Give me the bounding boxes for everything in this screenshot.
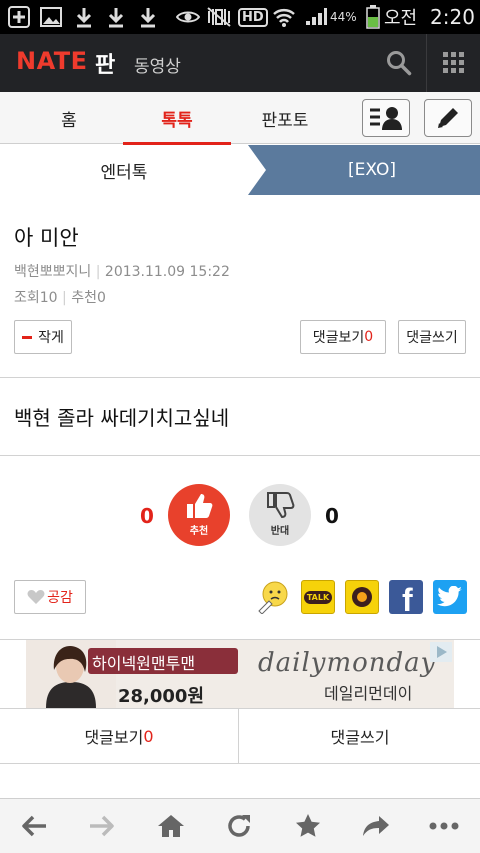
post-author[interactable]: 백현뽀뽀지니 bbox=[14, 264, 91, 280]
pan-logo[interactable]: 판 bbox=[95, 47, 115, 79]
bookmark-button[interactable] bbox=[288, 809, 328, 843]
thumbs-down-icon bbox=[267, 492, 295, 519]
menu-button[interactable] bbox=[426, 34, 480, 92]
recommend-count: 0 bbox=[96, 290, 106, 306]
minus-icon bbox=[22, 335, 33, 339]
oppose-button[interactable]: 반대 bbox=[249, 484, 311, 546]
recommend-vote-count: 0 bbox=[140, 504, 154, 528]
browser-nav-bar bbox=[0, 798, 480, 853]
twitter-share-icon[interactable] bbox=[433, 580, 467, 614]
recommend-button[interactable]: 추천 bbox=[168, 484, 230, 546]
comment-tabs: 댓글보기 0 댓글쓰기 bbox=[0, 708, 480, 764]
ad-banner[interactable]: 하이넥원맨투맨 28,000원 dailymonday 데일리먼데이 bbox=[26, 640, 454, 708]
divider bbox=[0, 455, 480, 456]
eye-icon bbox=[176, 5, 200, 29]
arrow-left-icon bbox=[22, 815, 46, 837]
divider bbox=[0, 377, 480, 378]
post-title: 아 미안 bbox=[14, 226, 79, 250]
ad-product-text: 하이넥원맨투맨 bbox=[92, 654, 196, 673]
video-link[interactable]: 동영상 bbox=[134, 52, 181, 77]
forward-button[interactable] bbox=[82, 809, 122, 843]
ad-brand: dailymonday bbox=[258, 648, 437, 678]
gallery-notification-icon bbox=[40, 5, 62, 29]
search-icon bbox=[387, 51, 412, 76]
write-post-button[interactable] bbox=[424, 99, 472, 137]
hd-icon: HD bbox=[238, 5, 268, 29]
app-header: NATE 판 동영상 bbox=[0, 34, 480, 92]
search-button[interactable] bbox=[372, 34, 424, 92]
home-button[interactable] bbox=[151, 809, 191, 843]
battery-icon bbox=[366, 5, 380, 29]
post-date: 2013.11.09 15:22 bbox=[104, 264, 230, 280]
pencil-icon bbox=[438, 108, 458, 128]
wifi-icon bbox=[272, 5, 296, 29]
thumbs-up-icon bbox=[187, 494, 213, 518]
download-icon bbox=[74, 5, 94, 29]
view-comments-button[interactable]: 댓글보기 0 bbox=[300, 320, 386, 354]
chevron-right-icon bbox=[246, 145, 266, 195]
share-arrow-icon bbox=[363, 816, 389, 836]
nate-logo[interactable]: NATE bbox=[16, 47, 88, 75]
tab-panphoto[interactable]: 판포토 bbox=[231, 92, 339, 144]
tab-home[interactable]: 홈 bbox=[14, 92, 124, 144]
status-bar: HD 44% 오전 2:20 bbox=[0, 0, 480, 34]
board-link[interactable]: [EXO] bbox=[264, 145, 480, 195]
ad-choices-icon[interactable] bbox=[430, 642, 452, 662]
write-comment-button[interactable]: 댓글쓰기 bbox=[398, 320, 466, 354]
refresh-button[interactable] bbox=[219, 809, 259, 843]
facebook-share-icon[interactable]: f bbox=[389, 580, 423, 614]
oppose-vote-count: 0 bbox=[325, 504, 339, 528]
more-dots-icon bbox=[429, 822, 459, 830]
ad-brand-kr: 데일리먼데이 bbox=[324, 684, 413, 703]
download-icon bbox=[106, 5, 126, 29]
plus-notification-icon bbox=[8, 5, 30, 29]
font-small-button[interactable]: 작게 bbox=[14, 320, 72, 354]
tab-toktok[interactable]: 톡톡 bbox=[123, 92, 231, 145]
kakaostory-share-icon[interactable] bbox=[345, 580, 379, 614]
clock-ampm: 오전 bbox=[384, 8, 418, 29]
view-comments-tab[interactable]: 댓글보기 0 bbox=[0, 709, 239, 763]
arrow-right-icon bbox=[90, 815, 114, 837]
clock-time: 2:20 bbox=[430, 5, 475, 29]
heart-icon bbox=[27, 590, 45, 604]
category-link[interactable]: 엔터톡 bbox=[0, 145, 248, 195]
home-icon bbox=[158, 815, 184, 837]
empathy-button[interactable]: 공감 bbox=[14, 580, 86, 614]
post-author-line: 백현뽀뽀지니 | 2013.11.09 15:22 bbox=[14, 264, 230, 280]
post-stats: 조회10 | 추천0 bbox=[14, 290, 106, 306]
star-icon bbox=[296, 814, 320, 837]
tab-bar: 홈 톡톡 판포토 bbox=[0, 92, 480, 145]
my-page-button[interactable] bbox=[362, 99, 410, 137]
vibrate-mute-icon bbox=[206, 5, 232, 29]
grid-menu-icon bbox=[443, 52, 464, 73]
refresh-icon bbox=[228, 815, 250, 837]
share-button[interactable] bbox=[356, 809, 396, 843]
back-button[interactable] bbox=[14, 809, 54, 843]
emoticon-icon[interactable] bbox=[256, 580, 290, 615]
user-list-icon bbox=[370, 107, 402, 130]
comment-count: 0 bbox=[143, 726, 154, 746]
more-options-button[interactable] bbox=[424, 809, 464, 843]
signal-icon bbox=[304, 5, 328, 29]
battery-percent: 44% bbox=[330, 10, 357, 24]
post-body: 백현 졸라 싸데기치고싶네 bbox=[14, 406, 230, 430]
comment-count: 0 bbox=[364, 329, 374, 345]
write-comment-tab[interactable]: 댓글쓰기 bbox=[240, 709, 480, 763]
ad-price: 28,000원 bbox=[118, 686, 205, 707]
view-count: 10 bbox=[39, 290, 58, 306]
board-breadcrumb: 엔터톡 [EXO] bbox=[0, 145, 480, 195]
download-icon bbox=[138, 5, 158, 29]
kakaotalk-share-icon[interactable]: TALK bbox=[301, 580, 335, 614]
